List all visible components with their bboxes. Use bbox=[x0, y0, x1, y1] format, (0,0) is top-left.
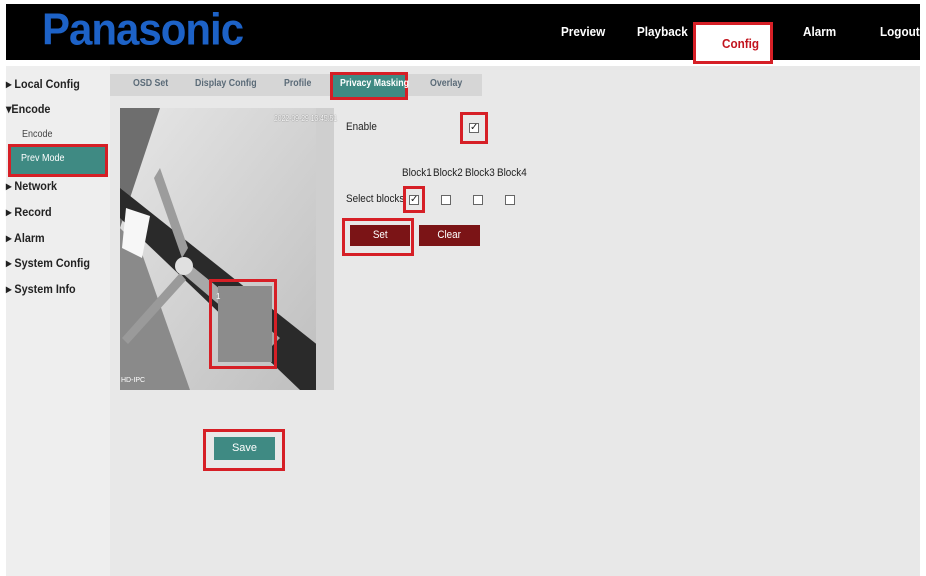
set-button-label: Set bbox=[372, 229, 388, 241]
nav-preview[interactable]: Preview bbox=[561, 24, 605, 39]
sidebar-item-encode[interactable]: ▾Encode bbox=[6, 102, 50, 116]
clear-button-label: Clear bbox=[437, 229, 462, 241]
sidebar bbox=[6, 66, 110, 576]
block2-checkbox[interactable] bbox=[441, 195, 451, 205]
block1-checkbox[interactable]: ✓ bbox=[409, 195, 419, 205]
tab-osd-set[interactable]: OSD Set bbox=[133, 78, 168, 89]
sidebar-item-label: Local Config bbox=[14, 77, 80, 91]
sidebar-item-label: Network bbox=[14, 179, 58, 193]
sidebar-item-local-config[interactable]: ▸ Local Config bbox=[6, 77, 80, 91]
camera-id-label: HD-IPC bbox=[121, 377, 146, 384]
tab-profile[interactable]: Profile bbox=[284, 78, 311, 89]
clear-button[interactable]: Clear bbox=[419, 225, 480, 246]
panasonic-logo: Panasonic bbox=[42, 4, 244, 55]
sidebar-subitem-prev-mode[interactable]: Prev Mode bbox=[21, 153, 65, 164]
block2-label: Block2 bbox=[433, 167, 463, 179]
nav-config[interactable]: Config bbox=[722, 36, 759, 51]
enable-label: Enable bbox=[346, 121, 377, 133]
sidebar-item-label: Encode bbox=[11, 102, 51, 116]
video-timestamp: 2022-09-29 13:45:51 bbox=[274, 114, 338, 123]
nav-playback[interactable]: Playback bbox=[637, 24, 688, 39]
sidebar-item-label: Alarm bbox=[14, 231, 45, 245]
sidebar-subitem-encode[interactable]: Encode bbox=[22, 129, 53, 140]
sidebar-item-network[interactable]: ▸ Network bbox=[6, 179, 57, 193]
tab-privacy-masking[interactable]: Privacy Masking bbox=[340, 78, 409, 89]
mask-block-number: 1 bbox=[216, 292, 221, 301]
select-blocks-label: Select blocks bbox=[346, 193, 405, 205]
block3-checkbox[interactable] bbox=[473, 195, 483, 205]
nav-logout[interactable]: Logout bbox=[880, 24, 920, 39]
sidebar-item-label: System Info bbox=[14, 282, 76, 296]
sidebar-item-label: Record bbox=[14, 205, 52, 219]
nav-alarm[interactable]: Alarm bbox=[803, 24, 836, 39]
block4-label: Block4 bbox=[497, 167, 527, 179]
sidebar-item-alarm[interactable]: ▸ Alarm bbox=[6, 231, 45, 245]
enable-checkbox[interactable]: ✓ bbox=[469, 123, 479, 133]
block3-label: Block3 bbox=[465, 167, 495, 179]
sidebar-item-record[interactable]: ▸ Record bbox=[6, 205, 52, 219]
top-bar: Panasonic bbox=[6, 4, 920, 60]
tab-overlay[interactable]: Overlay bbox=[430, 78, 462, 89]
block1-label: Block1 bbox=[402, 167, 432, 179]
sidebar-item-system-config[interactable]: ▸ System Config bbox=[6, 256, 90, 270]
tab-display-config[interactable]: Display Config bbox=[195, 78, 257, 89]
save-button[interactable]: Save bbox=[214, 437, 275, 460]
sidebar-item-system-info[interactable]: ▸ System Info bbox=[6, 282, 76, 296]
set-button[interactable]: Set bbox=[350, 225, 410, 246]
block4-checkbox[interactable] bbox=[505, 195, 515, 205]
sidebar-item-label: System Config bbox=[14, 256, 91, 270]
